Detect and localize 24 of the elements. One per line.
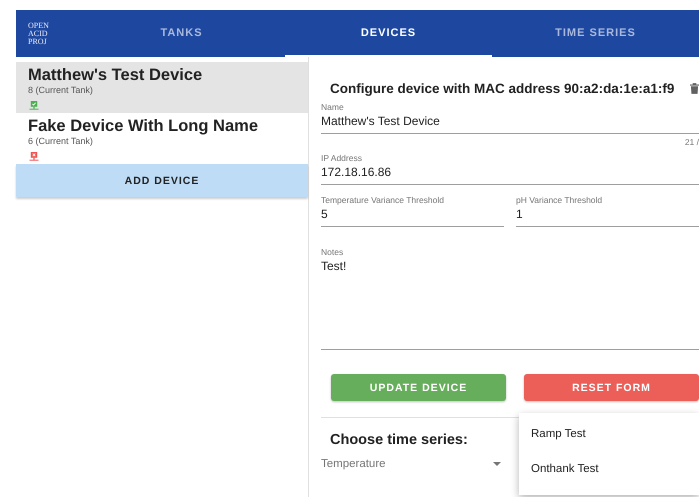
nav-tab[interactable]: TANKS [78, 10, 285, 57]
ph-threshold-field[interactable]: pH Variance Threshold 1 [516, 195, 699, 227]
nav-tab[interactable]: TIME SERIES [492, 10, 699, 57]
menu-item[interactable]: Ramp Test [519, 419, 699, 454]
form-title: Configure device with MAC address 90:a2:da:1e:a1:f9 [330, 81, 674, 96]
device-name: Matthew's Test Device [28, 66, 202, 84]
device-name: Fake Device With Long Name [28, 117, 258, 135]
temperature-threshold-field[interactable]: Temperature Variance Threshold 5 [321, 195, 504, 227]
notes-field[interactable]: Notes Test! [321, 247, 699, 350]
device-tank: 8 (Current Tank) [28, 85, 93, 95]
name-field[interactable]: Name Matthew's Test Device [321, 102, 699, 134]
time-series-select[interactable]: Temperature [321, 458, 501, 470]
character-counter: 21 / [684, 137, 699, 147]
nav-tab[interactable]: DEVICES [285, 10, 492, 57]
add-device-button[interactable]: ADD DEVICE [16, 164, 308, 197]
device-item[interactable]: Matthew's Test Device 8 (Current Tank) [16, 62, 308, 113]
menu-item[interactable]: Onthank Test [519, 454, 699, 489]
caret-icon [493, 462, 501, 466]
device-tank: 6 (Current Tank) [28, 136, 93, 146]
logo: OPEN ACID PROJ [27, 20, 50, 48]
device-item[interactable]: Fake Device With Long Name 6 (Current Tank) [16, 113, 308, 164]
section-heading: Choose time series: [330, 432, 468, 448]
ip-address-field[interactable]: IP Address 172.18.16.86 [321, 153, 699, 185]
trash-icon[interactable] [690, 83, 699, 94]
